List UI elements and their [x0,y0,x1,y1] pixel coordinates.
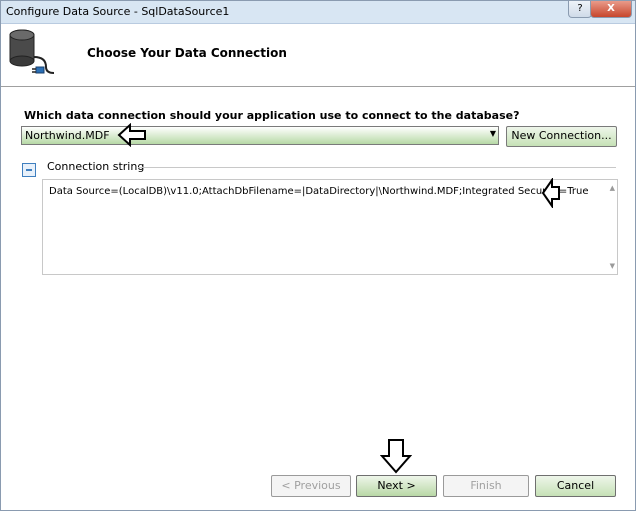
scroll-down-icon[interactable]: ▼ [610,262,615,270]
scroll-up-icon[interactable]: ▲ [610,184,615,192]
configure-data-source-window: Configure Data Source - SqlDataSource1 ?… [0,0,636,511]
collapse-icon[interactable] [22,163,36,177]
close-button[interactable]: X [590,1,632,18]
connection-string-box[interactable]: Data Source=(LocalDB)\v11.0;AttachDbFile… [42,179,618,275]
data-connection-dropdown[interactable]: Northwind.MDF ▼ [21,126,499,145]
connection-question-label: Which data connection should your applic… [24,109,520,122]
section-divider [138,167,616,168]
left-arrow-icon [541,178,560,208]
connection-string-text: Data Source=(LocalDB)\v11.0;AttachDbFile… [49,186,589,197]
database-plug-icon [9,29,55,74]
cancel-button[interactable]: Cancel [535,475,616,497]
selected-connection: Northwind.MDF [25,129,110,142]
new-connection-button[interactable]: New Connection... [506,126,617,147]
finish-button[interactable]: Finish [443,475,529,497]
connection-string-label: Connection string [47,160,145,173]
title-bar[interactable]: Configure Data Source - SqlDataSource1 ?… [1,1,635,24]
help-button[interactable]: ? [568,1,592,18]
down-arrow-icon [380,439,412,474]
wizard-header: Choose Your Data Connection [1,24,635,87]
page-title: Choose Your Data Connection [87,46,287,60]
next-button[interactable]: Next > [356,475,437,497]
left-arrow-icon [117,123,146,147]
previous-button[interactable]: < Previous [271,475,351,497]
chevron-down-icon: ▼ [489,129,496,138]
window-title: Configure Data Source - SqlDataSource1 [6,5,230,18]
